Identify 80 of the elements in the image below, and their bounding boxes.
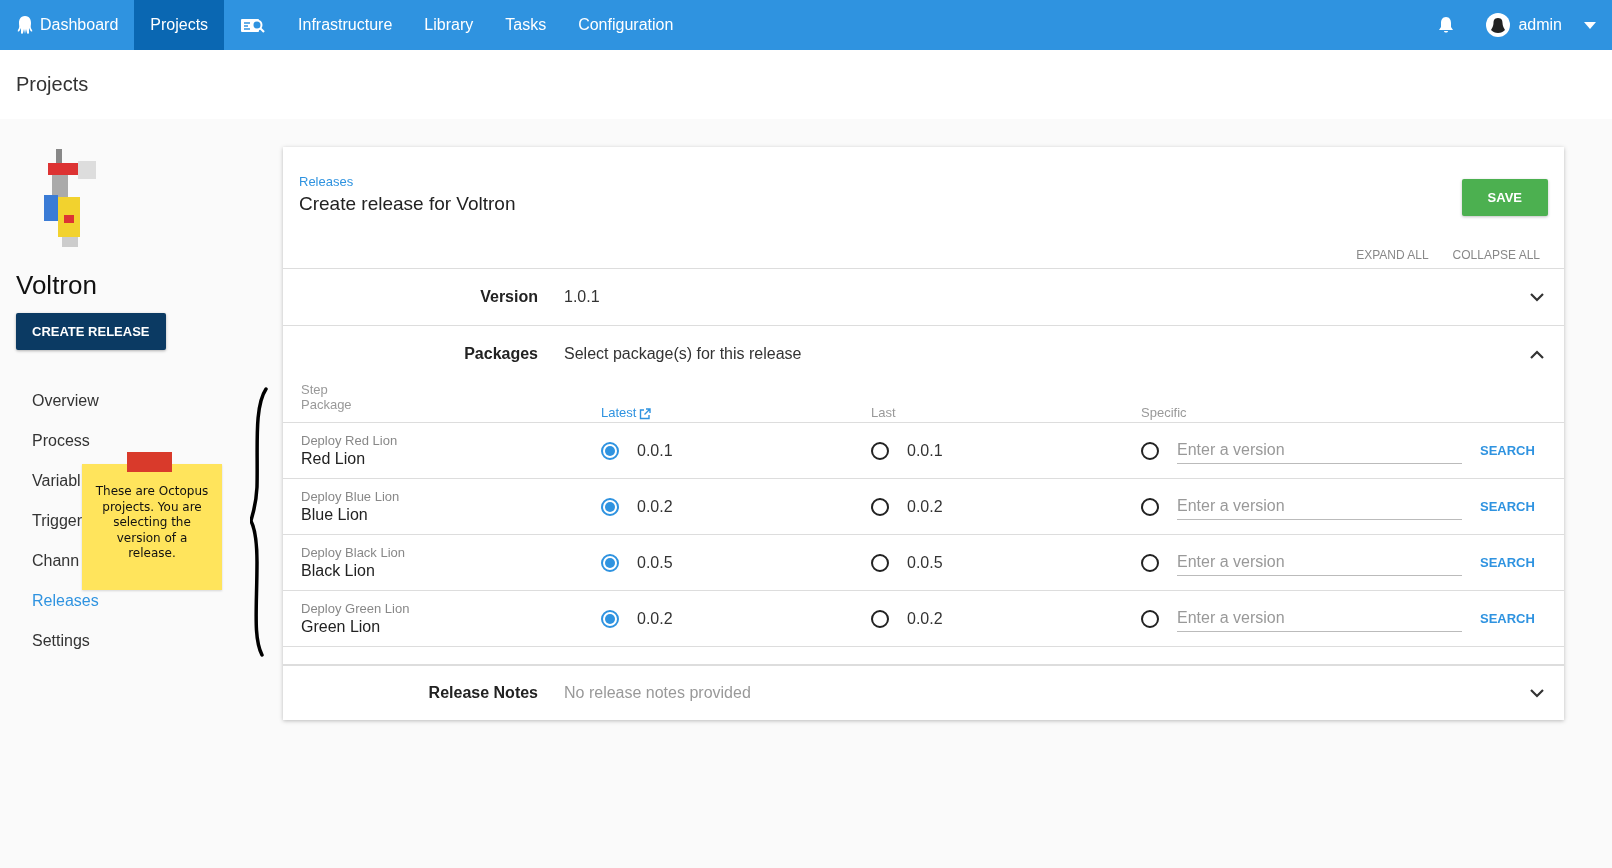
bell-icon[interactable]: [1438, 16, 1455, 34]
radio-button[interactable]: [871, 497, 889, 516]
last-version: 0.0.2: [907, 609, 943, 628]
radio-button[interactable]: [1141, 497, 1159, 516]
sidebar-item[interactable]: Settings: [32, 632, 90, 650]
user-avatar-icon[interactable]: [1486, 13, 1511, 37]
card-title: Create release for Voltron: [299, 193, 516, 215]
version-input-field[interactable]: Enter a version: [1177, 549, 1462, 576]
radio-button[interactable]: [601, 497, 619, 516]
radio-button[interactable]: [601, 609, 619, 628]
latest-version: 0.0.5: [637, 553, 673, 572]
radio-button[interactable]: [871, 441, 889, 460]
nav-tab[interactable]: Projects: [134, 0, 225, 50]
packages-label: Packages: [463, 345, 538, 363]
sticky-note-text: These are Octopus projects. You are selecting the version of a release.: [94, 484, 210, 562]
save-button[interactable]: SAVE: [1461, 179, 1548, 216]
last-version: 0.0.2: [907, 497, 943, 516]
step-name: Deploy Red Lion: [301, 433, 398, 448]
tape-strip: [127, 452, 172, 472]
packages-summary: Select package(s) for this release: [564, 345, 802, 362]
sidebar-item[interactable]: Trigger: [32, 512, 83, 530]
search-link[interactable]: SEARCH: [1480, 611, 1535, 626]
radio-button[interactable]: [1141, 609, 1159, 628]
user-name[interactable]: admin: [1518, 16, 1562, 34]
package-name: Blue Lion: [301, 506, 368, 524]
step-name: Deploy Blue Lion: [301, 489, 400, 504]
last-version: 0.0.5: [907, 553, 943, 572]
radio-button[interactable]: [601, 553, 619, 572]
chevron-down-icon[interactable]: [1530, 292, 1544, 302]
nav-tab[interactable]: Dashboard: [0, 0, 135, 50]
version-input-field[interactable]: Enter a version: [1177, 493, 1462, 520]
nav-tab[interactable]: Infrastructure: [282, 0, 409, 50]
sidebar-item[interactable]: Releases: [32, 592, 99, 610]
latest-version: 0.0.2: [637, 609, 673, 628]
sidebar-item[interactable]: Variabl: [32, 472, 81, 490]
sidebar-item[interactable]: Chann: [32, 552, 80, 570]
version-label: Version: [479, 288, 538, 306]
external-link-icon: [639, 408, 652, 420]
column-header-link[interactable]: Latest: [601, 405, 637, 420]
page-title: Projects: [16, 73, 89, 96]
package-name: Red Lion: [301, 450, 366, 468]
release-notes-value: No release notes provided: [564, 684, 751, 701]
chevron-down-icon[interactable]: [1530, 688, 1544, 698]
latest-version: 0.0.2: [637, 497, 673, 516]
version-input-field[interactable]: Enter a version: [1177, 605, 1462, 632]
version-value: 1.0.1: [564, 288, 600, 305]
chevron-up-icon[interactable]: [1530, 349, 1544, 359]
sidebar-item[interactable]: Overview: [32, 392, 99, 410]
search-link[interactable]: SEARCH: [1480, 443, 1535, 458]
nav-tab[interactable]: Configuration: [562, 0, 690, 50]
expand-all-link[interactable]: EXPAND ALL: [1356, 248, 1429, 262]
package-name: Black Lion: [301, 562, 375, 580]
step-name: Deploy Black Lion: [301, 545, 406, 560]
breadcrumb-link[interactable]: Releases: [299, 174, 354, 189]
radio-button[interactable]: [871, 553, 889, 572]
radio-button[interactable]: [601, 441, 619, 460]
create-release-button[interactable]: CREATE RELEASE: [16, 313, 166, 350]
radio-button[interactable]: [1141, 441, 1159, 460]
radio-button[interactable]: [871, 609, 889, 628]
project-name: Voltron: [16, 270, 98, 301]
step-name: Deploy Green Lion: [301, 601, 410, 616]
search-link[interactable]: SEARCH: [1480, 499, 1535, 514]
search-list-icon: [240, 16, 267, 34]
sidebar-item[interactable]: Process: [32, 432, 90, 450]
column-header: Last: [871, 405, 896, 420]
release-notes-label: Release Notes: [427, 684, 538, 702]
last-version: 0.0.1: [907, 441, 943, 460]
search-link[interactable]: SEARCH: [1480, 555, 1535, 570]
column-header: Package: [301, 397, 353, 412]
version-input-field[interactable]: Enter a version: [1177, 437, 1462, 464]
nav-tab[interactable]: Tasks: [489, 0, 563, 50]
radio-button[interactable]: [1141, 553, 1159, 572]
package-name: Green Lion: [301, 618, 381, 636]
collapse-all-link[interactable]: COLLAPSE ALL: [1452, 248, 1540, 262]
column-header: Step: [301, 382, 329, 397]
octopus-logo-icon: [16, 15, 34, 35]
column-header: Specific: [1141, 405, 1187, 420]
nav-tab[interactable]: Library: [408, 0, 490, 50]
latest-version: 0.0.1: [637, 441, 673, 460]
caret-icon[interactable]: [1584, 21, 1596, 29]
